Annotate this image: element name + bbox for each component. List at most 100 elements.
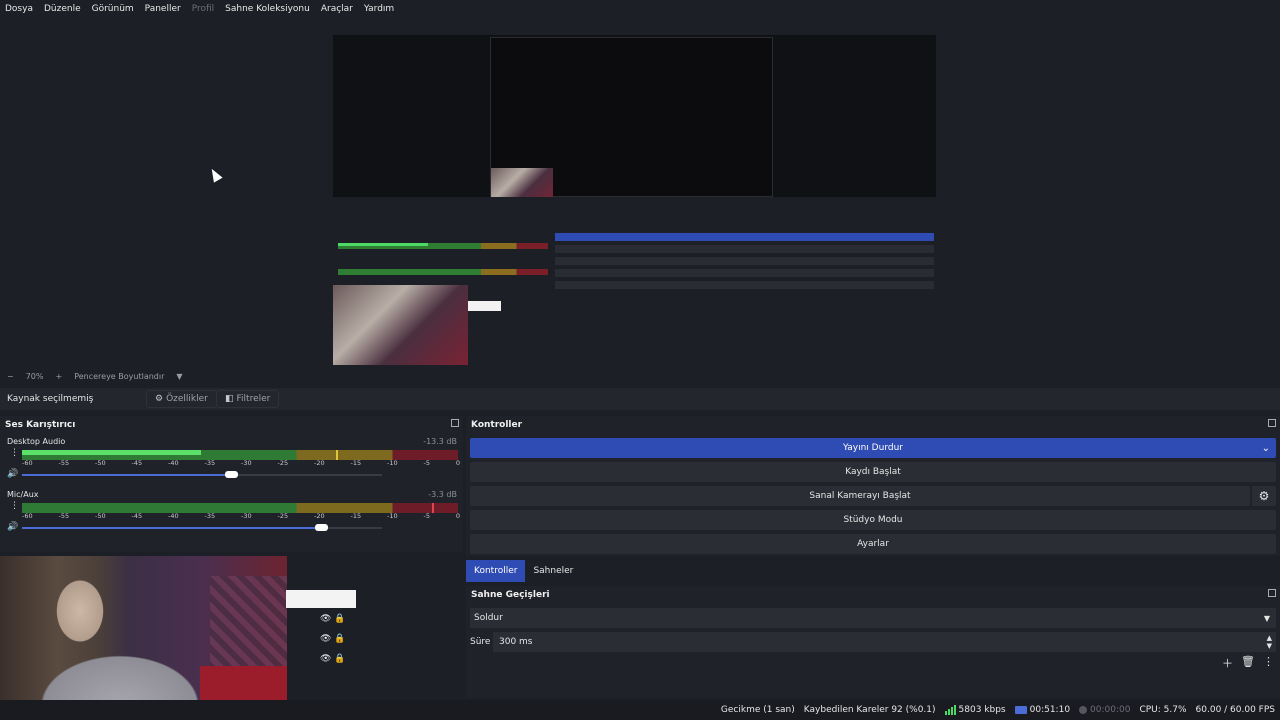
start-record-button[interactable]: Kaydı Başlat — [470, 462, 1276, 482]
add-icon[interactable]: ＋ — [1222, 655, 1233, 671]
meter-tick-label: -5 — [423, 459, 430, 467]
eye-icon[interactable]: 👁 — [320, 654, 331, 664]
zoom-in-button[interactable]: + — [55, 372, 62, 381]
dock-float-icon[interactable] — [1268, 589, 1276, 597]
meter-tick-label: -50 — [95, 512, 106, 520]
properties-button[interactable]: ⚙ Özellikler — [146, 390, 217, 408]
dock-float-icon[interactable] — [451, 419, 459, 427]
nested-meter-level — [338, 243, 428, 246]
volume-slider-desktop[interactable] — [22, 474, 231, 476]
speaker-icon[interactable]: 🔊 — [7, 522, 18, 532]
transition-selected: Soldur — [474, 613, 503, 623]
settings-label: Ayarlar — [857, 539, 889, 549]
stream-icon — [1014, 706, 1027, 714]
status-delay: Gecikme (1 san) — [720, 705, 795, 715]
volume-knob-mic[interactable] — [314, 524, 328, 531]
track-menu-icon[interactable]: ⋮ — [10, 502, 19, 511]
status-fps: 60.00 / 60.00 FPS — [1195, 705, 1275, 715]
zoom-out-button[interactable]: − — [7, 372, 14, 381]
dock-float-icon[interactable] — [1268, 419, 1276, 427]
tab-scenes[interactable]: Sahneler — [525, 560, 581, 582]
virtualcam-settings-button[interactable]: ⚙ — [1252, 486, 1276, 506]
fit-to-window[interactable]: Pencereye Boyutlandır — [74, 372, 164, 381]
nested-button — [555, 257, 934, 265]
dock-tabs: Kontroller Sahneler — [466, 560, 581, 582]
zoom-bar: − 70% + Pencereye Boyutlandır ▼ — [0, 368, 1280, 384]
stop-stream-label: Yayını Durdur — [843, 443, 903, 453]
eye-icon[interactable]: 👁 — [320, 614, 331, 624]
filters-button[interactable]: ◧ Filtreler — [216, 390, 280, 408]
more-icon[interactable]: ⋮ — [1263, 655, 1274, 671]
nested-stop-stream — [555, 233, 934, 241]
menu-scene-collection[interactable]: Sahne Koleksiyonu — [225, 4, 310, 14]
audio-mixer-dock: Ses Karıştırıcı Desktop Audio -13.3 dB ⋮… — [0, 416, 463, 552]
meter-tick-label: -55 — [58, 459, 70, 467]
meter-tick-label: -10 — [387, 459, 398, 467]
start-virtualcam-label: Sanal Kamerayı Başlat — [809, 491, 911, 501]
meter-level — [22, 450, 201, 455]
meter-tick-label: -5 — [423, 512, 430, 520]
preview-area[interactable] — [0, 17, 1280, 368]
transition-select[interactable]: Soldur ▼ — [470, 608, 1276, 628]
nested-webcam — [333, 285, 468, 365]
settings-button[interactable]: Ayarlar — [470, 534, 1276, 554]
filters-label: Filtreler — [236, 394, 271, 404]
duration-value: 300 ms — [499, 637, 533, 647]
duration-label: Süre — [470, 637, 491, 647]
lock-icon[interactable]: 🔒 — [334, 614, 345, 624]
lock-icon[interactable]: 🔒 — [334, 634, 345, 644]
gear-icon: ⚙ — [1258, 489, 1270, 503]
menu-tools[interactable]: Araçlar — [321, 4, 353, 14]
menu-profile[interactable]: Profil — [192, 4, 214, 14]
menu-view[interactable]: Görünüm — [92, 4, 134, 14]
track-db-mic: -3.3 dB — [428, 490, 457, 499]
speaker-icon[interactable]: 🔊 — [7, 469, 18, 479]
meter-ticks: -60 -55 -50 -45 -40 -35 -30 -25 -20 -15 -10 -5 0 — [22, 512, 460, 520]
scene-transitions-dock: Sahne Geçişleri Soldur ▼ Süre 300 ms ▲ ▼ … — [466, 586, 1280, 698]
meter-tick-label: -20 — [314, 512, 325, 520]
nested-meter — [338, 269, 548, 275]
record-icon — [1079, 706, 1088, 714]
audio-mixer-title: Ses Karıştırıcı — [5, 420, 76, 430]
spinner-icon[interactable]: ▲ ▼ — [1267, 634, 1272, 650]
menu-help[interactable]: Yardım — [364, 4, 394, 14]
meter-tick-label: -55 — [58, 512, 70, 520]
track-menu-icon[interactable]: ⋮ — [10, 449, 19, 458]
source-row[interactable]: 👁 🔒 — [320, 614, 350, 626]
meter-tick-label: -60 — [22, 459, 33, 467]
preview-canvas[interactable] — [333, 25, 936, 365]
trash-icon[interactable]: 🗑 — [1241, 655, 1255, 671]
menu-docks[interactable]: Paneller — [145, 4, 181, 14]
meter-tick-label: -30 — [241, 459, 252, 467]
track-name-mic: Mic/Aux — [7, 490, 39, 499]
status-cpu: CPU: 5.7% — [1139, 705, 1187, 715]
track-db-desktop: -13.3 dB — [423, 437, 457, 446]
meter-tick-label: 0 — [455, 459, 460, 467]
controls-dock: Kontroller Yayını Durdur ⌄ Kaydı Başlat … — [466, 416, 1280, 556]
stop-stream-button[interactable]: Yayını Durdur ⌄ — [470, 438, 1276, 458]
menu-edit[interactable]: Düzenle — [44, 4, 81, 14]
meter-tick-label: -25 — [277, 512, 289, 520]
duration-input[interactable]: 300 ms ▲ ▼ — [493, 632, 1276, 652]
start-virtualcam-button[interactable]: Sanal Kamerayı Başlat — [470, 486, 1250, 506]
lock-icon[interactable]: 🔒 — [334, 654, 345, 664]
tab-controls[interactable]: Kontroller — [466, 560, 526, 582]
source-toolbar: Kaynak seçilmemiş ⚙ Özellikler ◧ Filtrel… — [0, 388, 1280, 410]
volume-knob-desktop[interactable] — [224, 471, 238, 478]
volume-slider-mic[interactable] — [22, 527, 321, 529]
meter-tick-label: -45 — [131, 512, 143, 520]
eye-icon[interactable]: 👁 — [320, 634, 331, 644]
meter-tick-label: -40 — [168, 459, 179, 467]
studio-mode-button[interactable]: Stüdyo Modu — [470, 510, 1276, 530]
chevron-down-icon[interactable]: ⌄ — [1262, 443, 1270, 454]
meter-tick-label: -20 — [314, 459, 325, 467]
menu-file[interactable]: Dosya — [5, 4, 33, 14]
zoom-dropdown-icon[interactable]: ▼ — [176, 372, 182, 381]
signal-icon — [944, 705, 956, 715]
no-source-label: Kaynak seçilmemiş — [7, 394, 94, 404]
gear-icon: ⚙ — [155, 394, 164, 404]
transitions-title: Sahne Geçişleri — [471, 590, 550, 600]
source-row[interactable]: 👁 🔒 — [320, 654, 350, 666]
meter-tick-label: -45 — [131, 459, 143, 467]
source-row[interactable]: 👁 🔒 — [320, 634, 350, 646]
